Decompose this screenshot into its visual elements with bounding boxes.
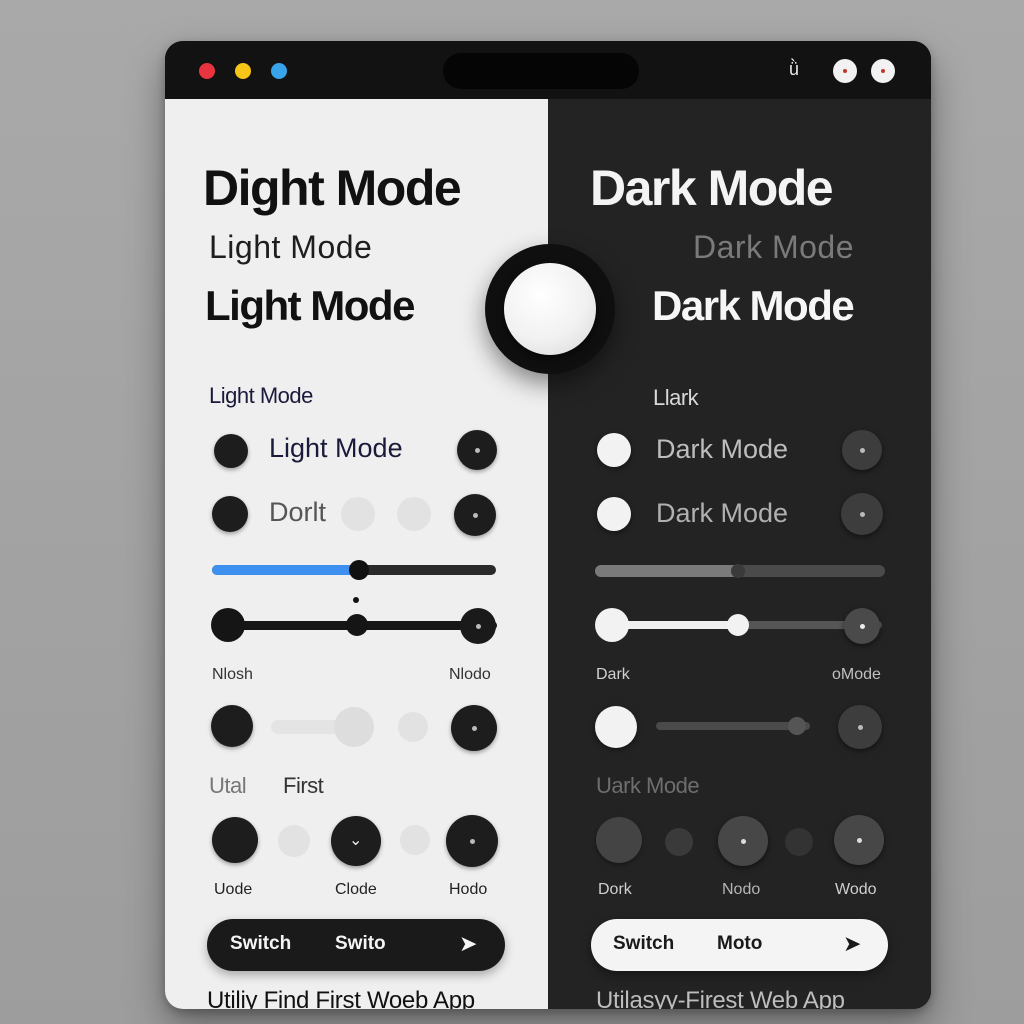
light-row2-toggle-a[interactable] — [341, 497, 375, 531]
dark-slider-right-label: oMode — [832, 666, 881, 683]
light-slider-right-label: Nlodo — [449, 666, 491, 683]
light-footer: Utiliy Find First Woeb App — [207, 987, 475, 1009]
app-window: ǜ Dight Mode Light Mode Light Mode Light… — [165, 41, 931, 1009]
dark-row2-label: Dark Mode — [656, 498, 789, 528]
light-faint-button-1[interactable] — [278, 825, 310, 857]
dark-button-3-label: Wodo — [835, 881, 877, 898]
light-switch-text-1: Switch — [230, 933, 292, 954]
light-slider-1-tick — [353, 597, 359, 603]
light-slider-left-label: Nlosh — [212, 666, 253, 683]
light-title-bold: Light Mode — [205, 282, 415, 329]
light-slider-2-knob-mid[interactable] — [346, 614, 368, 636]
light-row1-dial[interactable] — [457, 430, 497, 470]
dark-radio-1[interactable] — [597, 433, 631, 467]
dial-dot-icon — [857, 724, 863, 730]
dark-faint-knob[interactable] — [788, 717, 806, 735]
title-bar: ǜ — [165, 41, 931, 99]
dark-button-3[interactable] — [834, 815, 884, 865]
dark-button-1[interactable] — [596, 817, 642, 863]
dark-caption: Uark Mode — [596, 773, 700, 798]
dark-switch-mode-button[interactable]: Switch Moto ➤ — [591, 919, 888, 971]
arrow-right-icon: ➤ — [843, 931, 862, 956]
dark-faint-button-1[interactable] — [665, 828, 693, 856]
dark-section-label: Llark — [653, 385, 699, 410]
record-button-secondary[interactable] — [871, 59, 895, 83]
light-faint-button-2[interactable] — [400, 825, 430, 855]
dark-slider-1-knob[interactable] — [731, 564, 745, 578]
light-row2-dial[interactable] — [454, 494, 496, 536]
dial-dot-icon — [859, 447, 865, 453]
light-slider-1-knob[interactable] — [349, 560, 369, 580]
dark-button-2-label: Nodo — [722, 881, 761, 898]
light-section-label: Light Mode — [209, 383, 313, 408]
light-mode-panel: Dight Mode Light Mode Light Mode Light M… — [165, 99, 548, 1009]
zoom-window-button[interactable] — [271, 63, 287, 79]
light-caption-b: First — [283, 773, 324, 798]
dark-slider-2-knob-right[interactable] — [844, 608, 880, 644]
light-button-3-label: Hodo — [449, 881, 488, 898]
light-button-3[interactable] — [446, 815, 498, 867]
dark-title: Dark Mode — [590, 160, 834, 216]
theme-toggle-switch[interactable] — [485, 244, 615, 374]
light-faint-knob[interactable] — [334, 707, 374, 747]
dial-dot-icon — [856, 837, 862, 843]
dial-dot-icon — [859, 511, 865, 517]
dark-slider-2-knob-mid[interactable] — [727, 614, 749, 636]
light-radio-1[interactable] — [214, 434, 248, 468]
dial-dot-icon — [469, 838, 475, 844]
light-row1-label: Light Mode — [269, 433, 403, 463]
dark-switch-text-2: Moto — [717, 933, 763, 954]
dial-dot-icon — [859, 623, 865, 629]
light-button-1-label: Uode — [214, 881, 253, 898]
dark-title-bold: Dark Mode — [652, 282, 855, 329]
light-title: Dight Mode — [203, 160, 462, 216]
light-radio-3[interactable] — [211, 705, 253, 747]
dial-dot-icon — [475, 623, 481, 629]
title-bar-notch — [443, 53, 639, 89]
dark-row3-dial[interactable] — [838, 705, 882, 749]
light-row2-toggle-b[interactable] — [397, 497, 431, 531]
dark-faint-button-2[interactable] — [785, 828, 813, 856]
dark-footer: Utilasyy-Firest Web App — [596, 987, 845, 1009]
chevron-down-icon: ⌄ — [349, 832, 363, 849]
dark-faint-slider[interactable] — [656, 722, 810, 730]
light-switch-mode-button[interactable]: Switch Swito ➤ — [207, 919, 505, 971]
dark-switch-text-1: Switch — [613, 933, 675, 954]
light-faint-dot[interactable] — [398, 712, 428, 742]
light-row3-dial[interactable] — [451, 705, 497, 751]
arrow-right-icon: ➤ — [459, 931, 478, 956]
dark-row2-dial[interactable] — [841, 493, 883, 535]
close-window-button[interactable] — [199, 63, 215, 79]
dial-dot-icon — [740, 838, 746, 844]
dark-row1-dial[interactable] — [842, 430, 882, 470]
toolbar-glyph-icon: ǜ — [789, 59, 800, 79]
dial-dot-icon — [474, 447, 480, 453]
light-switch-text-2: Swito — [335, 933, 386, 954]
light-radio-2[interactable] — [212, 496, 248, 532]
dial-dot-icon — [471, 725, 477, 731]
record-button[interactable] — [833, 59, 857, 83]
dark-slider-2-knob-left[interactable] — [595, 608, 629, 642]
light-slider-2-knob-left[interactable] — [211, 608, 245, 642]
dark-mode-panel: Dark Mode Dark Mode Dark Mode Llark Dark… — [548, 99, 931, 1009]
light-slider-2-knob-right[interactable] — [460, 608, 496, 644]
light-subtitle: Light Mode — [209, 229, 373, 265]
dark-subtitle: Dark Mode — [693, 229, 854, 265]
light-slider-1-fill — [212, 565, 358, 575]
dark-radio-2[interactable] — [597, 497, 631, 531]
dark-button-2[interactable] — [718, 816, 768, 866]
minimize-window-button[interactable] — [235, 63, 251, 79]
light-button-2-label: Clode — [335, 881, 377, 898]
light-caption-a: Utal — [209, 773, 247, 798]
dark-button-1-label: Dork — [598, 881, 632, 898]
light-button-1[interactable] — [212, 817, 258, 863]
dark-radio-3[interactable] — [595, 706, 637, 748]
dark-row1-label: Dark Mode — [656, 434, 789, 464]
light-row2-label: Dorlt — [269, 497, 327, 527]
light-button-2[interactable]: ⌄ — [331, 816, 381, 866]
dark-slider-left-label: Dark — [596, 666, 630, 683]
dial-dot-icon — [472, 512, 478, 518]
theme-toggle-knob[interactable] — [504, 263, 596, 355]
dark-slider-1-fill — [595, 565, 740, 577]
